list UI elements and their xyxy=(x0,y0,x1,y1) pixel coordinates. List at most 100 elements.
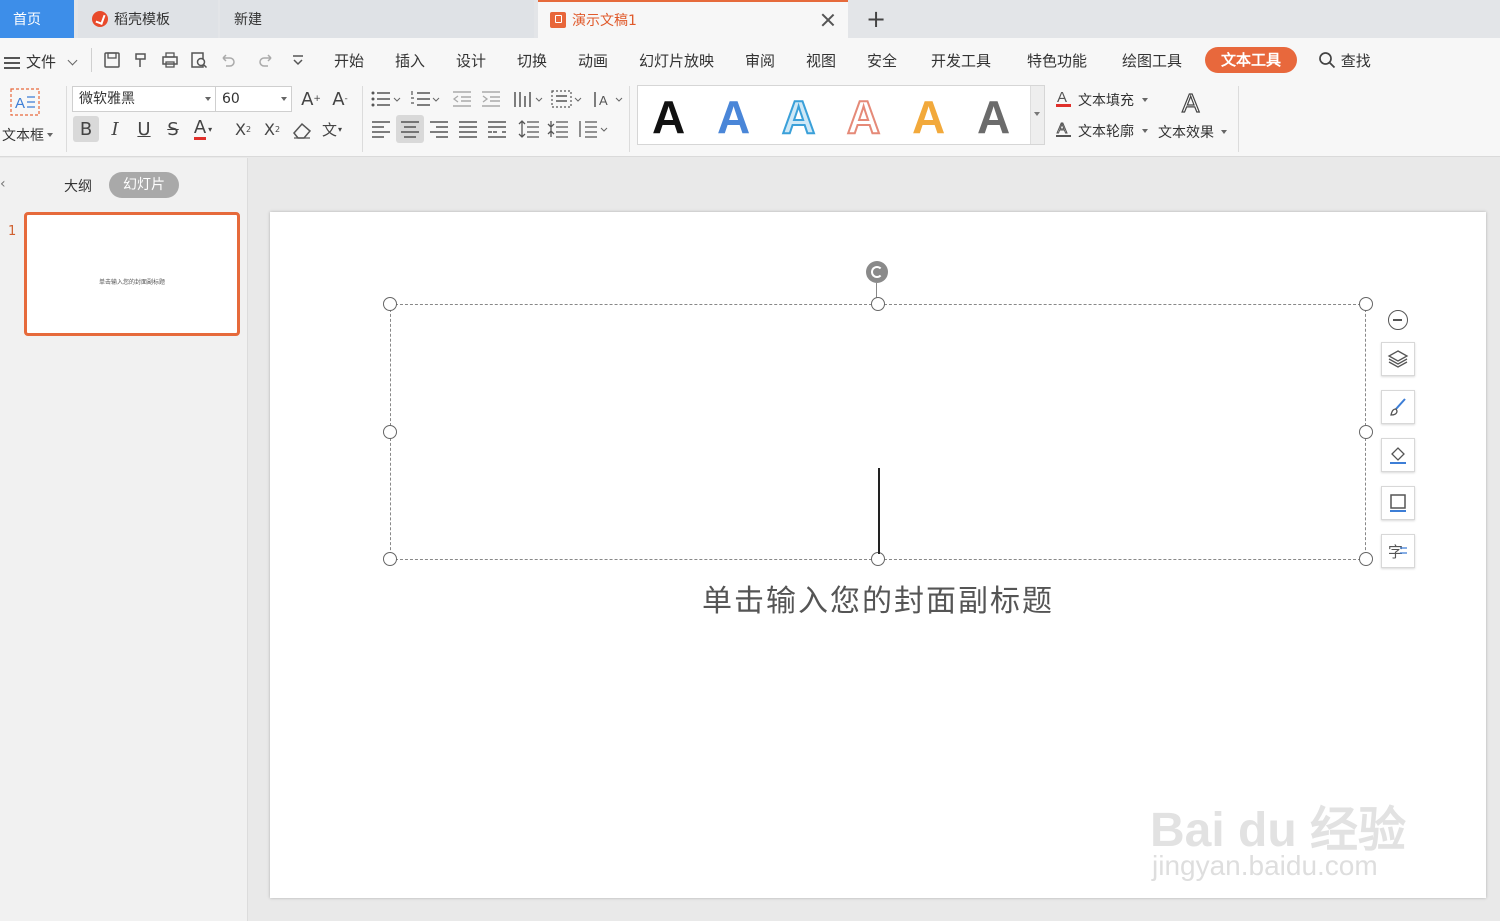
collapse-panel-icon[interactable]: ‹ xyxy=(0,176,6,192)
tab-outline[interactable]: 大纲 xyxy=(64,176,92,196)
numbered-list-icon[interactable] xyxy=(410,90,440,108)
undo-icon[interactable] xyxy=(218,50,238,70)
font-name-value: 微软雅黑 xyxy=(79,91,135,107)
resize-handle[interactable] xyxy=(871,552,885,566)
menu-text-tools[interactable]: 文本工具 xyxy=(1205,47,1297,73)
text-fill-button[interactable]: A 文本填充 xyxy=(1054,88,1154,112)
menu-slideshow[interactable]: 幻灯片放映 xyxy=(639,50,714,71)
resize-handle[interactable] xyxy=(383,297,397,311)
redo-icon[interactable] xyxy=(256,50,276,70)
resize-handle[interactable] xyxy=(383,552,397,566)
subtitle-placeholder[interactable]: 单击输入您的封面副标题 xyxy=(270,576,1486,620)
subscript-icon[interactable]: X2 xyxy=(259,116,285,142)
font-size-select[interactable]: 60 xyxy=(215,86,292,112)
font-color-icon[interactable]: A ▾ xyxy=(190,116,216,142)
superscript-icon[interactable]: X2 xyxy=(230,116,256,142)
save-icon[interactable] xyxy=(102,50,122,70)
decrease-font-size-icon[interactable]: A- xyxy=(327,86,353,112)
bullet-list-icon[interactable] xyxy=(371,90,401,108)
menu-review[interactable]: 审阅 xyxy=(745,50,775,71)
menu-features[interactable]: 特色功能 xyxy=(1027,50,1087,71)
menu-drawing-tools[interactable]: 绘图工具 xyxy=(1122,50,1182,71)
print-preview-icon[interactable] xyxy=(189,50,209,70)
shape-fill-icon xyxy=(1390,447,1406,464)
tab-new-label: 新建 xyxy=(234,12,262,28)
menu-developer[interactable]: 开发工具 xyxy=(931,50,991,71)
slide-thumbnail[interactable]: 单击输入您的封面副标题 xyxy=(24,212,240,336)
menu-bar: 文件 开始 插入 设计 切换 动画 幻灯片放映 审阅 视图 安全 开发工具 特色… xyxy=(0,38,1500,82)
new-tab-button[interactable]: + xyxy=(856,0,896,38)
print-icon[interactable] xyxy=(160,50,180,70)
bold-icon[interactable]: B xyxy=(73,116,99,142)
gallery-scroll[interactable] xyxy=(1030,86,1044,144)
shape-fill-button[interactable] xyxy=(1381,438,1415,472)
tab-document[interactable]: 演示文稿1 xyxy=(538,0,848,38)
paragraph-settings-icon[interactable] xyxy=(576,120,610,138)
style-blue-a[interactable]: A xyxy=(717,90,750,144)
menu-insert[interactable]: 插入 xyxy=(395,50,425,71)
text-outline-button[interactable]: A 文本轮廓 xyxy=(1054,119,1154,143)
text-fill-icon: A xyxy=(1056,89,1071,107)
menu-start[interactable]: 开始 xyxy=(334,50,364,71)
shape-outline-button[interactable] xyxy=(1381,486,1415,520)
line-spacing-icon[interactable] xyxy=(518,120,540,138)
tab-new[interactable]: 新建 xyxy=(220,0,534,38)
search-button[interactable]: 查找 xyxy=(1318,50,1371,71)
underline-icon[interactable]: U xyxy=(131,116,157,142)
format-painter-icon[interactable] xyxy=(131,50,151,70)
text-transform-icon[interactable]: 文 ▾ xyxy=(319,116,345,142)
resize-handle[interactable] xyxy=(383,425,397,439)
file-menu[interactable]: 文件 xyxy=(4,51,78,72)
customize-toolbar-icon[interactable] xyxy=(288,50,308,70)
textbox-button[interactable]: A 文本框 xyxy=(0,86,60,146)
align-right-icon[interactable] xyxy=(429,120,449,138)
tab-home[interactable]: 首页 xyxy=(0,0,74,38)
increase-indent-icon[interactable] xyxy=(481,90,501,108)
style-orange-a[interactable]: A xyxy=(912,90,945,144)
columns-icon[interactable] xyxy=(512,90,544,108)
style-gray-a[interactable]: A xyxy=(977,90,1010,144)
style-outline-red-a[interactable]: A xyxy=(846,90,881,144)
daoke-logo-icon xyxy=(92,11,108,27)
text-align-vertical-icon[interactable]: A xyxy=(592,90,624,108)
slide-number: 1 xyxy=(8,224,17,239)
font-name-select[interactable]: 微软雅黑 xyxy=(72,86,216,112)
menu-security[interactable]: 安全 xyxy=(867,50,897,71)
align-left-icon[interactable] xyxy=(371,120,391,138)
brush-button[interactable] xyxy=(1381,390,1415,424)
menu-design[interactable]: 设计 xyxy=(456,50,486,71)
menu-view[interactable]: 视图 xyxy=(806,50,836,71)
close-tab-icon[interactable] xyxy=(820,12,836,28)
menu-separator xyxy=(91,48,92,72)
menu-transition[interactable]: 切换 xyxy=(517,50,547,71)
text-direction-icon[interactable] xyxy=(551,90,583,108)
style-black-a[interactable]: A xyxy=(652,90,685,144)
text-style-gallery[interactable]: A A A A A A xyxy=(637,85,1045,145)
rotate-handle-icon[interactable] xyxy=(866,261,888,283)
text-wrap-button[interactable]: 字 xyxy=(1381,534,1415,568)
text-effect-button[interactable]: A 文本效果 xyxy=(1156,88,1230,144)
paragraph-spacing-icon[interactable] xyxy=(547,120,569,138)
resize-handle[interactable] xyxy=(1359,552,1373,566)
layers-button[interactable] xyxy=(1381,342,1415,376)
resize-handle[interactable] xyxy=(1359,297,1373,311)
increase-font-size-icon[interactable]: A + xyxy=(298,86,324,112)
tab-daoke-templates[interactable]: 稻壳模板 xyxy=(78,0,218,38)
decrease-indent-icon[interactable] xyxy=(452,90,472,108)
tab-slides[interactable]: 幻灯片 xyxy=(109,172,179,198)
align-center-button[interactable] xyxy=(396,115,424,143)
menu-animation[interactable]: 动画 xyxy=(578,50,608,71)
eraser-icon[interactable] xyxy=(291,121,313,139)
resize-handle[interactable] xyxy=(1359,425,1373,439)
resize-handle[interactable] xyxy=(871,297,885,311)
collapse-tools-icon[interactable] xyxy=(1388,310,1408,330)
strikethrough-icon[interactable]: S xyxy=(160,116,186,142)
italic-icon[interactable]: I xyxy=(102,116,128,142)
svg-text:A: A xyxy=(1057,120,1067,137)
tab-daoke-label: 稻壳模板 xyxy=(114,12,170,28)
justify-icon[interactable] xyxy=(458,120,478,138)
style-outline-blue-a[interactable]: A xyxy=(781,90,816,144)
search-icon xyxy=(1319,52,1336,69)
distributed-align-icon[interactable] xyxy=(487,120,507,138)
title-bar: 首页 稻壳模板 新建 演示文稿1 + xyxy=(0,0,1500,38)
